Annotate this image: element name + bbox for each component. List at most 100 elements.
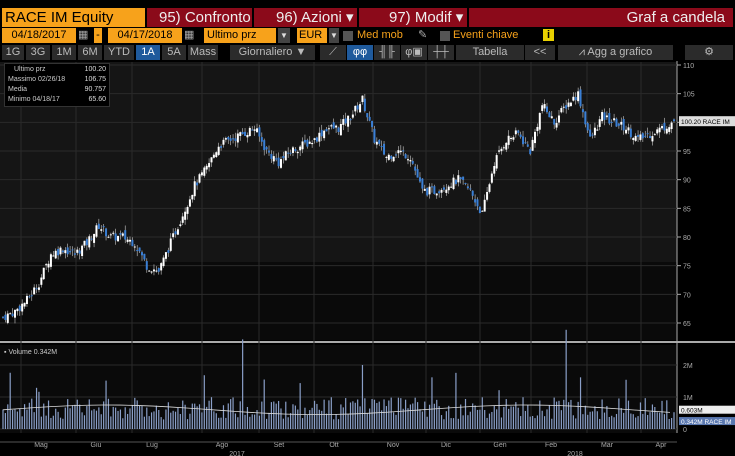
period-3g[interactable]: 3G xyxy=(26,45,50,60)
table-button[interactable]: Tabella xyxy=(456,45,524,60)
hilo-chart-icon[interactable]: ┼┼ xyxy=(428,45,454,60)
moving-avg-checkbox[interactable] xyxy=(343,31,353,41)
volume-bar xyxy=(589,411,591,429)
modify-button[interactable]: 97) Modif ▾ xyxy=(359,8,467,27)
period-1m[interactable]: 1M xyxy=(52,45,76,60)
candlestick-chart[interactable]: Mag Giu Lug Ago Set Ott Nov Dic Gen Feb Mar Apr 2017… xyxy=(0,61,735,456)
candle-body xyxy=(121,233,124,236)
volume-bar xyxy=(71,405,74,429)
candle-body xyxy=(545,106,548,113)
period-ytd[interactable]: YTD xyxy=(104,45,134,60)
candle-body xyxy=(227,137,230,140)
chevron-down-icon[interactable]: ▼ xyxy=(278,28,290,43)
settings-gear-icon[interactable]: ⚙ xyxy=(685,45,733,60)
candle-body xyxy=(414,166,417,171)
end-date-input[interactable]: 04/17/2018 xyxy=(108,28,182,43)
pencil-icon[interactable]: ✎ xyxy=(418,28,427,43)
volume-bar xyxy=(129,408,131,429)
collapse-button[interactable]: << xyxy=(525,45,555,60)
candle-body xyxy=(97,223,100,229)
price-tick-label: 65 xyxy=(683,321,691,328)
period-5a[interactable]: 5A xyxy=(162,45,186,60)
candle-body xyxy=(188,199,191,207)
candle-body xyxy=(661,126,664,129)
candle-body xyxy=(251,129,254,131)
candle-body xyxy=(380,145,383,147)
candle-body xyxy=(160,263,163,271)
volume-bar xyxy=(666,400,668,429)
candle-body xyxy=(512,137,515,140)
frequency-label: Giornaliero xyxy=(238,46,293,58)
frequency-select[interactable]: Giornaliero ▼ xyxy=(230,45,315,60)
candle-body xyxy=(272,156,275,162)
currency-select[interactable]: EUR xyxy=(297,28,327,43)
calendar-icon[interactable]: ▦ xyxy=(78,28,92,43)
candle-body xyxy=(462,176,465,180)
candle-body xyxy=(265,147,268,150)
candle-body xyxy=(143,253,146,260)
candle-body xyxy=(277,157,280,167)
volume-bar xyxy=(261,401,263,429)
volume-bar xyxy=(81,412,83,429)
calendar-icon[interactable]: ▦ xyxy=(184,28,198,43)
candle-body xyxy=(452,177,455,190)
candle-body xyxy=(510,137,513,139)
period-mass[interactable]: Mass xyxy=(188,45,218,60)
volume-bar xyxy=(4,413,6,429)
candle-body xyxy=(66,247,69,255)
line-chart-icon[interactable]: ⟋ xyxy=(320,45,346,60)
chevron-down-icon[interactable]: ▼ xyxy=(329,28,339,43)
volume-bar xyxy=(210,397,213,429)
volume-bar xyxy=(222,405,225,429)
candle-body xyxy=(11,313,14,317)
info-icon[interactable]: i xyxy=(543,29,554,41)
price-field-select[interactable]: Ultimo prz xyxy=(204,28,276,43)
volume-bar xyxy=(9,372,11,429)
volume-bar xyxy=(297,409,299,429)
start-date-input[interactable]: 04/18/2017 xyxy=(2,28,76,43)
candle-body xyxy=(222,139,225,145)
period-6m[interactable]: 6M xyxy=(78,45,102,60)
volume-bar xyxy=(601,399,603,429)
bar-chart-icon[interactable]: ╢╟ xyxy=(374,45,400,60)
candle-body xyxy=(572,96,575,101)
period-1g[interactable]: 1G xyxy=(2,45,24,60)
volume-bar xyxy=(357,399,359,429)
volume-bar xyxy=(496,409,498,429)
candle-body xyxy=(356,105,359,110)
candle-body xyxy=(291,147,294,153)
candle-body xyxy=(428,186,431,195)
period-1a[interactable]: 1A xyxy=(136,45,160,60)
key-events-checkbox[interactable] xyxy=(440,31,450,41)
volume-bar xyxy=(179,414,181,429)
candle-body xyxy=(234,138,237,141)
volume-bar xyxy=(479,409,481,429)
volume-bar xyxy=(448,405,450,429)
compare-button[interactable]: 95) Confronto xyxy=(147,8,252,27)
volume-bar xyxy=(520,416,522,429)
price-tick-label: 75 xyxy=(683,264,691,271)
volume-bar xyxy=(668,418,670,429)
candle-body xyxy=(526,144,529,147)
actions-button[interactable]: 96) Azioni ▾ xyxy=(254,8,357,27)
volume-bar xyxy=(620,408,622,429)
candle-body xyxy=(100,229,103,231)
candle-body xyxy=(169,238,172,251)
volume-bar xyxy=(225,417,227,429)
ticker-field[interactable]: RACE IM Equity xyxy=(2,8,145,27)
volume-bar xyxy=(55,408,57,429)
volume-bar xyxy=(486,417,488,429)
candle-body xyxy=(404,154,407,159)
price-tick-label: 85 xyxy=(683,206,691,213)
candle-body xyxy=(507,135,510,145)
candle-body xyxy=(263,140,266,151)
add-to-chart-button[interactable]: ⩘ Agg a grafico xyxy=(558,45,673,60)
month-tick-label: Apr xyxy=(656,442,668,449)
add-to-chart-label: Agg a grafico xyxy=(587,46,653,58)
candle-body xyxy=(517,130,520,133)
candle-body xyxy=(622,119,625,131)
volume-bar xyxy=(282,418,284,429)
candle-chart-icon[interactable]: φφ xyxy=(347,45,373,60)
ohlc-chart-icon[interactable]: φ▣ xyxy=(401,45,427,60)
volume-bar xyxy=(227,403,229,429)
